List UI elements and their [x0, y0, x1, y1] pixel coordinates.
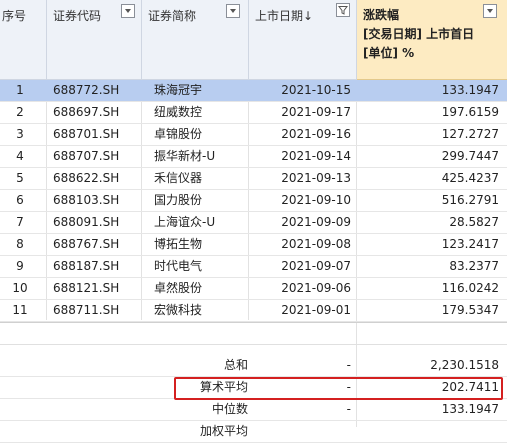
- cell-code: 688711.SH: [53, 303, 120, 317]
- summary-dash: -: [346, 402, 351, 416]
- cell-date: 2021-09-09: [281, 215, 351, 229]
- summary-value: 2,230.1518: [430, 358, 499, 372]
- header-change-subtitle: [交易日期] 上市首日: [363, 27, 475, 41]
- cell-name: 禾信仪器: [154, 171, 203, 185]
- table-row[interactable]: 9 688187.SH 时代电气 2021-09-07 83.2377: [0, 256, 507, 278]
- table-row[interactable]: 1 688772.SH 珠海冠宇 2021-10-15 133.1947: [0, 80, 507, 102]
- filter-dropdown-icon[interactable]: [483, 4, 497, 18]
- filter-dropdown-icon[interactable]: [121, 4, 135, 18]
- cell-date: 2021-09-17: [281, 105, 351, 119]
- cell-date: 2021-09-14: [281, 149, 351, 163]
- summary-label: 加权平均: [199, 424, 248, 438]
- cell-name: 卓锦股份: [154, 127, 203, 141]
- cell-code: 688121.SH: [53, 281, 120, 295]
- table-row[interactable]: 10 688121.SH 卓然股份 2021-09-06 116.0242: [0, 278, 507, 300]
- table-row[interactable]: 11 688711.SH 宏微科技 2021-09-01 179.5347: [0, 300, 507, 322]
- cell-code: 688697.SH: [53, 105, 120, 119]
- summary-row-total[interactable]: 总和 - 2,230.1518: [0, 355, 507, 377]
- cell-name: 国力股份: [154, 193, 203, 207]
- summary-divider: [0, 322, 507, 323]
- cell-change: 425.4237: [441, 171, 499, 185]
- summary-row-median[interactable]: 中位数 - 133.1947: [0, 399, 507, 421]
- cell-date: 2021-09-10: [281, 193, 351, 207]
- cell-code: 688187.SH: [53, 259, 120, 273]
- summary-value: [362, 421, 503, 442]
- cell-no: 7: [16, 215, 24, 229]
- header-no-label: 序号: [2, 9, 27, 23]
- summary-divider: [0, 344, 507, 345]
- table-row[interactable]: 6 688103.SH 国力股份 2021-09-10 516.2791: [0, 190, 507, 212]
- header-date-label: 上市日期↓: [255, 7, 313, 24]
- header-code[interactable]: 证券代码: [47, 0, 142, 80]
- cell-name: 卓然股份: [154, 281, 203, 295]
- cell-change: 299.7447: [441, 149, 499, 163]
- cell-code: 688622.SH: [53, 171, 120, 185]
- cell-name: 珠海冠宇: [154, 83, 203, 97]
- header-name[interactable]: 证券简称: [142, 0, 249, 80]
- cell-change: 516.2791: [441, 193, 499, 207]
- cell-date: 2021-09-01: [281, 303, 351, 317]
- cell-code: 688091.SH: [53, 215, 120, 229]
- header-no[interactable]: 序号: [0, 0, 47, 80]
- summary-dash: [250, 421, 355, 442]
- cell-name: 宏微科技: [154, 303, 203, 317]
- cell-no: 8: [16, 237, 24, 251]
- cell-change: 123.2417: [441, 237, 499, 251]
- cell-no: 3: [16, 127, 24, 141]
- cell-date: 2021-09-08: [281, 237, 351, 251]
- cell-no: 10: [12, 281, 28, 295]
- cell-change: 179.5347: [441, 303, 499, 317]
- cell-no: 1: [16, 83, 24, 97]
- summary-dash: -: [346, 358, 351, 372]
- filter-dropdown-icon[interactable]: [226, 4, 240, 18]
- table-row[interactable]: 5 688622.SH 禾信仪器 2021-09-13 425.4237: [0, 168, 507, 190]
- table-row[interactable]: 8 688767.SH 博拓生物 2021-09-08 123.2417: [0, 234, 507, 256]
- annotation-highlight-box: [174, 377, 503, 400]
- cell-no: 9: [16, 259, 24, 273]
- table-row[interactable]: 4 688707.SH 振华新材-U 2021-09-14 299.7447: [0, 146, 507, 168]
- summary-value: 133.1947: [441, 402, 499, 416]
- cell-change: 83.2377: [449, 259, 499, 273]
- cell-no: 11: [12, 303, 28, 317]
- cell-code: 688767.SH: [53, 237, 120, 251]
- summary-label: 总和: [223, 358, 248, 372]
- header-change-unit: [单位] %: [363, 46, 415, 60]
- cell-date: 2021-09-07: [281, 259, 351, 273]
- header-change[interactable]: 涨跌幅 [交易日期] 上市首日 [单位] %: [357, 0, 507, 80]
- cell-date: 2021-09-16: [281, 127, 351, 141]
- filter-funnel-icon[interactable]: [336, 3, 350, 17]
- table-row[interactable]: 3 688701.SH 卓锦股份 2021-09-16 127.2727: [0, 124, 507, 146]
- summary-label: 中位数: [211, 402, 248, 416]
- cell-change: 133.1947: [441, 83, 499, 97]
- header-name-label: 证券简称: [148, 9, 197, 23]
- cell-name: 博拓生物: [154, 237, 203, 251]
- cell-change: 127.2727: [441, 127, 499, 141]
- table-row[interactable]: 2 688697.SH 纽威数控 2021-09-17 197.6159: [0, 102, 507, 124]
- cell-change: 197.6159: [441, 105, 499, 119]
- cell-name: 时代电气: [154, 259, 203, 273]
- table-row[interactable]: 7 688091.SH 上海谊众-U 2021-09-09 28.5827: [0, 212, 507, 234]
- cell-date: 2021-10-15: [281, 83, 351, 97]
- cell-code: 688103.SH: [53, 193, 120, 207]
- sort-descending-icon: ↓: [303, 9, 314, 23]
- cell-code: 688701.SH: [53, 127, 120, 141]
- cell-code: 688707.SH: [53, 149, 120, 163]
- cell-code: 688772.SH: [53, 83, 120, 97]
- cell-change: 116.0242: [441, 281, 499, 295]
- header-date[interactable]: 上市日期↓: [249, 0, 357, 80]
- cell-no: 5: [16, 171, 24, 185]
- cell-no: 2: [16, 105, 24, 119]
- summary-row-weighted[interactable]: 加权平均: [0, 421, 507, 443]
- cell-name: 振华新材-U: [154, 149, 216, 163]
- cell-no: 4: [16, 149, 24, 163]
- header-code-label: 证券代码: [53, 9, 102, 23]
- cell-name: 上海谊众-U: [154, 215, 216, 229]
- cell-name: 纽威数控: [154, 105, 203, 119]
- cell-date: 2021-09-06: [281, 281, 351, 295]
- cell-no: 6: [16, 193, 24, 207]
- header-date-text: 上市日期: [255, 9, 304, 23]
- header-change-title: 涨跌幅: [363, 8, 400, 22]
- cell-change: 28.5827: [449, 215, 499, 229]
- cell-date: 2021-09-13: [281, 171, 351, 185]
